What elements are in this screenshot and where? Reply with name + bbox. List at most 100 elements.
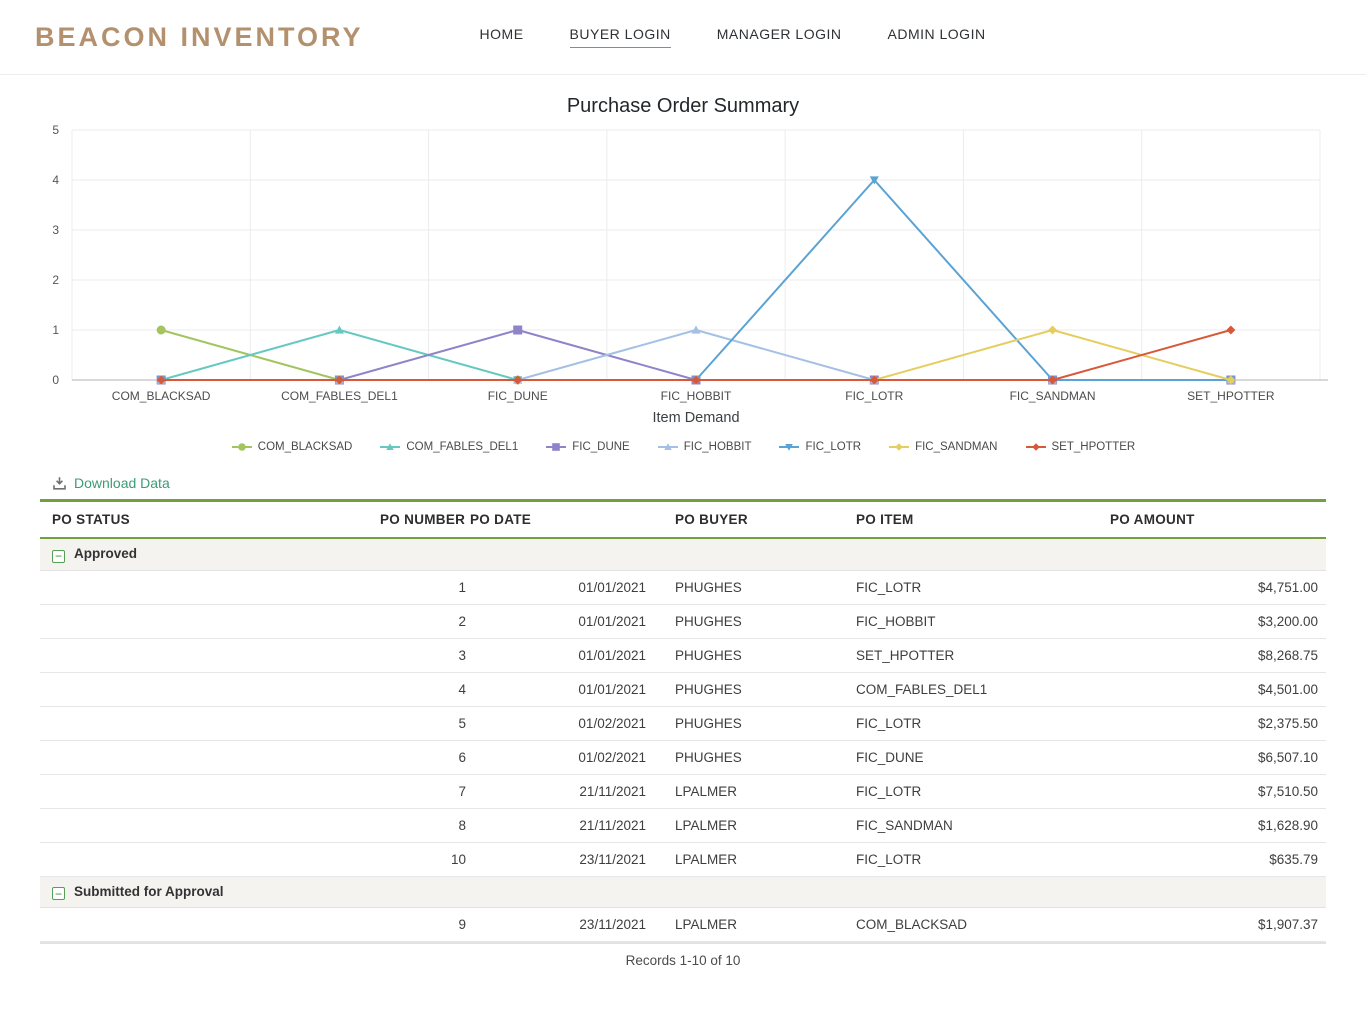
po-status-cell	[40, 808, 380, 842]
po-number-cell: 7	[380, 774, 470, 808]
po-number-cell: 4	[380, 672, 470, 706]
y-axis-tick: 5	[52, 124, 59, 137]
legend-item-FIC_HOBBIT[interactable]: FIC_HOBBIT	[657, 441, 752, 453]
po-number-cell: 1	[380, 570, 470, 604]
legend-item-SET_HPOTTER[interactable]: SET_HPOTTER	[1025, 441, 1136, 453]
po-status-cell	[40, 570, 380, 604]
y-axis-tick: 4	[52, 173, 59, 187]
legend-item-FIC_SANDMAN[interactable]: FIC_SANDMAN	[888, 441, 997, 453]
table-row[interactable]: 501/02/2021PHUGHESFIC_LOTR$2,375.50	[40, 706, 1326, 740]
po-buyer-cell: PHUGHES	[650, 570, 830, 604]
po-amount-cell: $4,501.00	[1110, 672, 1326, 706]
po-amount-cell: $7,510.50	[1110, 774, 1326, 808]
table-row[interactable]: 821/11/2021LPALMERFIC_SANDMAN$1,628.90	[40, 808, 1326, 842]
y-axis-tick: 1	[52, 323, 59, 337]
y-axis-tick: 2	[52, 273, 59, 287]
series-line-COM_FABLES_DEL1	[161, 330, 1231, 380]
po-date-cell: 01/02/2021	[470, 706, 650, 740]
x-axis-category: FIC_SANDMAN	[1010, 389, 1096, 403]
col-header-po-status[interactable]: PO STATUS	[40, 501, 380, 539]
nav-buyer-login[interactable]: BUYER LOGIN	[570, 26, 671, 48]
po-status-cell	[40, 706, 380, 740]
po-amount-cell: $635.79	[1110, 842, 1326, 876]
table-row[interactable]: 923/11/2021LPALMERCOM_BLACKSAD$1,907.37	[40, 908, 1326, 942]
series-line-FIC_HOBBIT	[161, 330, 1231, 380]
legend-item-FIC_DUNE[interactable]: FIC_DUNE	[545, 441, 630, 453]
x-axis-label: Item Demand	[652, 410, 739, 426]
po-item-cell: FIC_HOBBIT	[830, 604, 1110, 638]
table-row[interactable]: 301/01/2021PHUGHESSET_HPOTTER$8,268.75	[40, 638, 1326, 672]
po-amount-cell: $2,375.50	[1110, 706, 1326, 740]
po-status-cell	[40, 842, 380, 876]
y-axis-tick: 3	[52, 223, 59, 237]
po-buyer-cell: PHUGHES	[650, 604, 830, 638]
nav-home[interactable]: HOME	[480, 26, 524, 48]
table-row[interactable]: 401/01/2021PHUGHESCOM_FABLES_DEL1$4,501.…	[40, 672, 1326, 706]
legend-marker-triangle-icon	[379, 441, 401, 453]
download-data-label: Download Data	[74, 475, 170, 491]
col-header-po-item[interactable]: PO ITEM	[830, 501, 1110, 539]
purchase-order-table: PO STATUS PO NUMBER PO DATE PO BUYER PO …	[40, 499, 1326, 942]
data-point-COM_BLACKSAD	[157, 326, 166, 335]
po-number-cell: 3	[380, 638, 470, 672]
table-row[interactable]: 1023/11/2021LPALMERFIC_LOTR$635.79	[40, 842, 1326, 876]
po-status-cell	[40, 740, 380, 774]
group-row-submitted-for-approval[interactable]: −Submitted for Approval	[40, 876, 1326, 908]
legend-marker-square-icon	[545, 441, 567, 453]
col-header-po-amount[interactable]: PO AMOUNT	[1110, 501, 1326, 539]
chart-title: Purchase Order Summary	[0, 95, 1366, 118]
po-amount-cell: $8,268.75	[1110, 638, 1326, 672]
po-amount-cell: $4,751.00	[1110, 570, 1326, 604]
group-label: Submitted for Approval	[74, 884, 224, 899]
col-header-po-buyer[interactable]: PO BUYER	[650, 501, 830, 539]
col-header-po-number[interactable]: PO NUMBER	[380, 501, 470, 539]
data-point-FIC_SANDMAN	[1048, 326, 1057, 335]
download-data-link[interactable]: Download Data	[52, 475, 170, 491]
x-axis-category: FIC_DUNE	[488, 389, 548, 403]
table-row[interactable]: 201/01/2021PHUGHESFIC_HOBBIT$3,200.00	[40, 604, 1326, 638]
po-item-cell: FIC_SANDMAN	[830, 808, 1110, 842]
x-axis-category: COM_FABLES_DEL1	[281, 389, 398, 403]
table-row[interactable]: 601/02/2021PHUGHESFIC_DUNE$6,507.10	[40, 740, 1326, 774]
col-header-po-date[interactable]: PO DATE	[470, 501, 650, 539]
group-row-approved[interactable]: −Approved	[40, 538, 1326, 570]
po-buyer-cell: LPALMER	[650, 774, 830, 808]
legend-item-COM_BLACKSAD[interactable]: COM_BLACKSAD	[231, 441, 353, 453]
po-status-cell	[40, 672, 380, 706]
po-item-cell: FIC_LOTR	[830, 570, 1110, 604]
po-item-cell: FIC_DUNE	[830, 740, 1110, 774]
po-number-cell: 10	[380, 842, 470, 876]
legend-marker-triangle-down-icon	[778, 441, 800, 453]
po-date-cell: 01/01/2021	[470, 638, 650, 672]
table-row[interactable]: 101/01/2021PHUGHESFIC_LOTR$4,751.00	[40, 570, 1326, 604]
table-row[interactable]: 721/11/2021LPALMERFIC_LOTR$7,510.50	[40, 774, 1326, 808]
main-nav: HOME BUYER LOGIN MANAGER LOGIN ADMIN LOG…	[480, 26, 986, 48]
legend-marker-diamond-icon	[1025, 441, 1047, 453]
legend-label: FIC_LOTR	[805, 441, 861, 453]
po-date-cell: 01/02/2021	[470, 740, 650, 774]
po-buyer-cell: PHUGHES	[650, 672, 830, 706]
legend-item-FIC_LOTR[interactable]: FIC_LOTR	[778, 441, 861, 453]
x-axis-category: SET_HPOTTER	[1187, 389, 1275, 403]
y-axis-tick: 0	[52, 373, 59, 387]
po-amount-cell: $6,507.10	[1110, 740, 1326, 774]
group-label: Approved	[74, 546, 137, 561]
legend-item-COM_FABLES_DEL1[interactable]: COM_FABLES_DEL1	[379, 441, 518, 453]
collapse-group-icon[interactable]: −	[52, 887, 65, 900]
po-amount-cell: $1,628.90	[1110, 808, 1326, 842]
nav-admin-login[interactable]: ADMIN LOGIN	[888, 26, 986, 48]
nav-manager-login[interactable]: MANAGER LOGIN	[717, 26, 842, 48]
po-date-cell: 21/11/2021	[470, 808, 650, 842]
collapse-group-icon[interactable]: −	[52, 550, 65, 563]
po-item-cell: COM_FABLES_DEL1	[830, 672, 1110, 706]
po-status-cell	[40, 908, 380, 942]
po-status-cell	[40, 638, 380, 672]
po-summary-chart: 0 1 2 3 4 5 COM_BLACKSAD COM_FABLES_DEL1 FIC_DUN…	[38, 124, 1328, 431]
po-date-cell: 01/01/2021	[470, 604, 650, 638]
po-status-cell	[40, 774, 380, 808]
legend-marker-diamond-icon	[888, 441, 910, 453]
records-count: Records 1-10 of 10	[40, 942, 1326, 976]
x-axis-category: COM_BLACKSAD	[112, 389, 211, 403]
data-point-FIC_DUNE	[513, 326, 522, 335]
app-header: BEACON INVENTORY HOME BUYER LOGIN MANAGE…	[0, 0, 1366, 75]
